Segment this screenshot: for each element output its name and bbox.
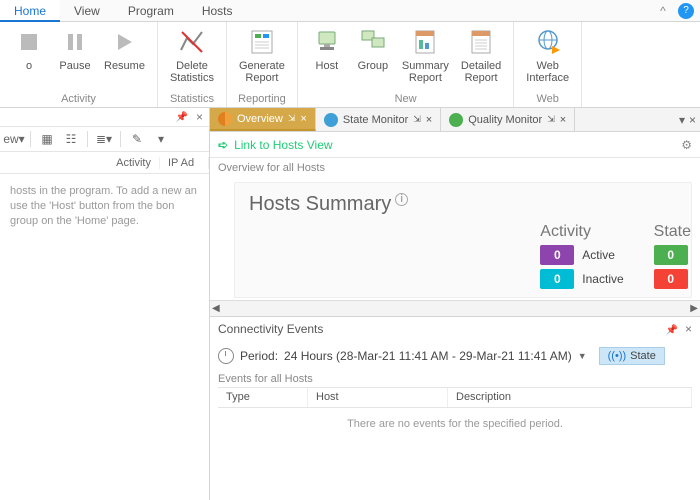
tabs-dropdown-icon[interactable]: ▾ [679, 113, 685, 127]
overview-subtitle: Overview for all Hosts [210, 158, 700, 178]
close-icon[interactable]: × [426, 114, 432, 126]
ribbon-collapse-icon[interactable]: ^ [654, 4, 672, 18]
report-icon [246, 26, 278, 58]
hosts-summary-card: Hosts Summaryi Activity 0 Active 0 Inactiv… [234, 182, 692, 298]
tab-program[interactable]: Program [114, 0, 188, 22]
link-to-hosts-view[interactable]: ➪ Link to Hosts View [218, 138, 333, 152]
connectivity-events-pane: Connectivity Events × Period: 24 Hours (… [210, 316, 700, 440]
col-host[interactable]: Host [308, 388, 448, 407]
period-value: 24 Hours (28-Mar-21 11:41 AM - 29-Mar-21… [284, 349, 572, 363]
tab-state-monitor[interactable]: State Monitor ⇲ × [316, 108, 441, 131]
tab-home[interactable]: Home [0, 0, 60, 22]
ribbon-group-web: Web [520, 93, 575, 107]
group-icon [357, 26, 389, 58]
hosts-toolbar: ew▾ ▦ ☷ ≣▾ ✎ ▾ [0, 126, 209, 152]
close-icon[interactable]: × [300, 113, 306, 125]
delete-statistics-button[interactable]: Delete Statistics [164, 24, 220, 86]
ribbon: o Pause Resume Activity Delete Statistic… [0, 22, 700, 108]
resume-button[interactable]: Resume [98, 24, 151, 74]
detailed-report-icon [465, 26, 497, 58]
close-icon[interactable]: × [560, 114, 566, 126]
events-empty-text: There are no events for the specified pe… [218, 408, 692, 440]
col-activity[interactable]: Activity [100, 157, 160, 169]
active-count: 0 [540, 245, 574, 265]
pin-icon[interactable]: ⇲ [547, 114, 555, 125]
detailed-report-button[interactable]: Detailed Report [455, 24, 507, 86]
summary-report-button[interactable]: Summary Report [396, 24, 455, 86]
active-label: Active [582, 248, 615, 262]
quality-monitor-icon [449, 113, 463, 127]
pin-icon[interactable]: ⇲ [413, 114, 421, 125]
state-monitor-icon [324, 113, 338, 127]
new-group-button[interactable]: Group [350, 24, 396, 74]
summary-report-icon [409, 26, 441, 58]
ribbon-tabstrip: Home View Program Hosts ^ ? [0, 0, 700, 22]
period-selector[interactable]: Period: 24 Hours (28-Mar-21 11:41 AM - 2… [218, 347, 692, 365]
signal-icon: ((•)) [608, 350, 627, 362]
link-arrow-icon: ➪ [218, 138, 228, 152]
toolbar-edit-icon[interactable]: ✎ [127, 129, 147, 149]
generate-report-button[interactable]: Generate Report [233, 24, 291, 86]
events-columns: Type Host Description [218, 388, 692, 408]
tab-hosts[interactable]: Hosts [188, 0, 247, 22]
hosts-panel: × ew▾ ▦ ☷ ≣▾ ✎ ▾ Activity IP Ad hosts in… [0, 108, 210, 500]
hosts-columns: Activity IP Ad [0, 152, 209, 174]
inactive-count: 0 [540, 269, 574, 289]
pin-icon[interactable]: ⇲ [288, 113, 296, 124]
toolbar-more-icon[interactable]: ▾ [151, 129, 171, 149]
period-label: Period: [240, 349, 278, 363]
horizontal-scrollbar[interactable]: ◀▶ [210, 300, 700, 316]
help-icon[interactable]: ? [678, 3, 694, 19]
tabs-close-icon[interactable]: × [689, 113, 696, 127]
pause-button[interactable]: Pause [52, 24, 98, 74]
web-interface-button[interactable]: Web Interface [520, 24, 575, 86]
info-icon[interactable]: i [395, 193, 408, 206]
events-subtitle: Events for all Hosts [218, 373, 692, 388]
toolbar-list-icon[interactable]: ≣▾ [94, 129, 114, 149]
document-tabs: Overview ⇲ × State Monitor ⇲ × Quality M… [210, 108, 700, 132]
gear-icon[interactable]: ⚙ [681, 138, 692, 152]
inactive-label: Inactive [582, 272, 623, 286]
overview-icon [218, 112, 232, 126]
stop-icon [13, 26, 45, 58]
ribbon-group-reporting: Reporting [233, 93, 291, 107]
toolbar-new-dropdown[interactable]: ew▾ [4, 129, 24, 149]
ribbon-group-activity: Activity [6, 93, 151, 107]
delete-stats-icon [176, 26, 208, 58]
clock-icon [218, 348, 234, 364]
up-count: 0 [654, 245, 688, 265]
chevron-down-icon[interactable]: ▼ [578, 351, 587, 361]
close-icon[interactable]: × [196, 110, 203, 124]
tab-quality-monitor[interactable]: Quality Monitor ⇲ × [441, 108, 575, 131]
stop-button[interactable]: o [6, 24, 52, 74]
globe-icon [532, 26, 564, 58]
state-heading: State [654, 223, 692, 241]
tab-view[interactable]: View [60, 0, 114, 22]
new-host-button[interactable]: Host [304, 24, 350, 74]
ribbon-group-statistics: Statistics [164, 93, 220, 107]
host-icon [311, 26, 343, 58]
pin-icon[interactable] [176, 112, 188, 123]
play-icon [108, 26, 140, 58]
state-filter-button[interactable]: ((•))State [599, 347, 665, 365]
tab-overview[interactable]: Overview ⇲ × [210, 108, 316, 131]
down-count: 0 [654, 269, 688, 289]
connectivity-events-title: Connectivity Events [218, 322, 323, 336]
col-type[interactable]: Type [218, 388, 308, 407]
toolbar-grid-icon[interactable]: ▦ [37, 129, 57, 149]
toolbar-tree-icon[interactable]: ☷ [61, 129, 81, 149]
overview-pane: ➪ Link to Hosts View ⚙ Overview for all … [210, 132, 700, 500]
pause-icon [59, 26, 91, 58]
col-ip[interactable]: IP Ad [160, 157, 209, 169]
col-description[interactable]: Description [448, 388, 692, 407]
close-icon[interactable]: × [685, 322, 692, 336]
hosts-empty-text: hosts in the program. To add a new an us… [0, 174, 209, 239]
activity-heading: Activity [540, 223, 623, 241]
ribbon-group-new: New [304, 93, 507, 107]
hosts-summary-title: Hosts Summaryi [249, 193, 677, 216]
pin-icon[interactable] [666, 322, 678, 336]
